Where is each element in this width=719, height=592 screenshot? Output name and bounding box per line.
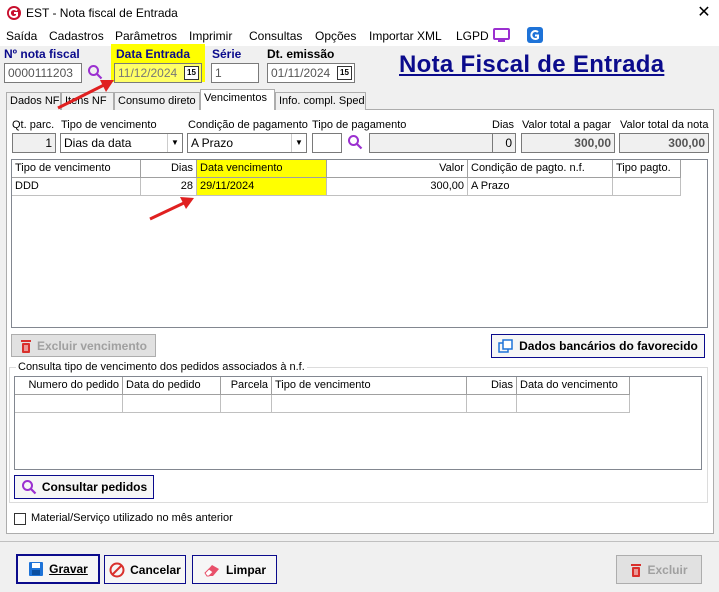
dias-input[interactable]: 0	[492, 133, 516, 153]
material-anterior-checkbox[interactable]	[14, 513, 26, 525]
col-header-dias[interactable]: Dias	[467, 377, 517, 395]
tab-info-compl-sped[interactable]: Info. compl. Sped	[275, 92, 366, 110]
table-cell[interactable]	[221, 395, 272, 413]
excluir-label: Excluir	[647, 562, 688, 577]
calendar-icon[interactable]: 15	[184, 66, 199, 80]
excluir-vencimento-label: Excluir vencimento	[36, 338, 148, 353]
material-anterior-label: Material/Serviço utilizado no mês anteri…	[31, 512, 233, 524]
save-icon	[29, 562, 44, 576]
tab-consumo-direto[interactable]: Consumo direto	[114, 92, 200, 110]
valor-total-nota-label: Valor total da nota	[620, 119, 709, 131]
table-cell[interactable]	[15, 395, 123, 413]
qt-parc-input[interactable]: 1	[12, 133, 56, 153]
search-icon	[21, 480, 37, 495]
gravar-button[interactable]: Gravar	[16, 554, 100, 584]
calendar-icon[interactable]: 15	[337, 66, 352, 80]
gravar-label: Gravar	[49, 562, 88, 576]
nota-fiscal-label: Nº nota fiscal	[4, 47, 80, 61]
bottom-separator	[0, 541, 719, 542]
table-cell[interactable]: 29/11/2024	[197, 178, 327, 196]
cond-pag-value: A Prazo	[191, 136, 234, 150]
eraser-icon	[204, 564, 219, 576]
table-cell[interactable]: DDD	[12, 178, 141, 196]
search-icon[interactable]	[347, 134, 363, 150]
table-cell[interactable]	[272, 395, 467, 413]
dados-bancarios-label: Dados bancários do favorecido	[519, 339, 698, 353]
tipo-pag-input[interactable]	[312, 133, 342, 153]
tipo-venc-value: Dias da data	[64, 136, 132, 150]
limpar-button[interactable]: Limpar	[192, 555, 277, 584]
menu-cadastros[interactable]: Cadastros	[49, 29, 104, 43]
copy-icon	[498, 339, 513, 353]
pedidos-group-legend: Consulta tipo de vencimento dos pedidos …	[16, 361, 307, 373]
excluir-button[interactable]: Excluir	[616, 555, 702, 584]
consultar-pedidos-button[interactable]: Consultar pedidos	[14, 475, 154, 499]
col-header-parcela[interactable]: Parcela	[221, 377, 272, 395]
table-cell[interactable]	[123, 395, 221, 413]
menu-saida[interactable]: Saída	[6, 29, 37, 43]
trash-icon	[20, 339, 31, 353]
menu-imprimir[interactable]: Imprimir	[189, 29, 232, 43]
col-header-tipo-vencimento[interactable]: Tipo de vencimento	[272, 377, 467, 395]
col-header-data-pedido[interactable]: Data do pedido	[123, 377, 221, 395]
col-header-data-vencimento[interactable]: Data vencimento	[197, 160, 327, 178]
app-logo-icon	[7, 6, 21, 20]
tab-itens-nf[interactable]: Itens NF	[61, 92, 114, 110]
cancelar-button[interactable]: Cancelar	[104, 555, 186, 584]
table-cell[interactable]: A Prazo	[468, 178, 613, 196]
cond-pag-select[interactable]: A Prazo	[187, 133, 307, 153]
close-icon[interactable]: ✕	[694, 3, 714, 23]
qt-parc-label: Qt. parc.	[12, 119, 55, 131]
menu-opcoes[interactable]: Opções	[315, 29, 356, 43]
menu-bar	[0, 26, 719, 46]
tab-dados-nf[interactable]: Dados NF	[6, 92, 61, 110]
menu-importar-xml[interactable]: Importar XML	[369, 29, 442, 43]
valor-total-pagar-label: Valor total a pagar	[522, 119, 612, 131]
trash-icon	[631, 563, 642, 577]
dias-label: Dias	[492, 119, 515, 131]
excluir-vencimento-button[interactable]: Excluir vencimento	[11, 334, 156, 357]
table-cell[interactable]: 28	[141, 178, 197, 196]
page-title: Nota Fiscal de Entrada	[399, 51, 665, 78]
col-header-numero-pedido[interactable]: Numero do pedido	[15, 377, 123, 395]
dados-bancarios-button[interactable]: Dados bancários do favorecido	[491, 334, 705, 358]
table-cell[interactable]	[517, 395, 630, 413]
cancelar-label: Cancelar	[130, 562, 181, 577]
data-entrada-label: Data Entrada	[116, 47, 191, 61]
col-header-dias[interactable]: Dias	[141, 160, 197, 178]
menu-parametros[interactable]: Parâmetros	[115, 29, 177, 43]
serie-label: Série	[212, 47, 242, 61]
window-title: EST - Nota fiscal de Entrada	[26, 6, 178, 20]
tipo-venc-label: Tipo de vencimento	[61, 119, 157, 131]
cancel-icon	[109, 562, 125, 577]
menu-lgpd[interactable]: LGPD	[456, 29, 489, 43]
col-header-valor[interactable]: Valor	[327, 160, 468, 178]
col-header-data-vencimento[interactable]: Data do vencimento	[517, 377, 630, 395]
consultar-pedidos-label: Consultar pedidos	[41, 480, 148, 494]
chevron-down-icon[interactable]: ▼	[167, 134, 182, 152]
vencimentos-grid-table: Tipo de vencimento Dias Data vencimento …	[12, 160, 682, 196]
serie-input[interactable]: 1	[211, 63, 259, 83]
chevron-down-icon[interactable]: ▼	[291, 134, 306, 152]
col-header-tipo-vencimento[interactable]: Tipo de vencimento	[12, 160, 141, 178]
valor-total-nota-input: 300,00	[619, 133, 709, 153]
search-icon[interactable]	[87, 64, 103, 80]
tab-vencimentos[interactable]: Vencimentos	[200, 89, 275, 110]
table-cell[interactable]: 300,00	[327, 178, 468, 196]
limpar-label: Limpar	[225, 562, 266, 577]
dt-emissao-label: Dt. emissão	[267, 47, 335, 61]
g-app-icon[interactable]	[527, 27, 543, 43]
table-cell[interactable]	[613, 178, 681, 196]
monitor-icon[interactable]	[493, 28, 510, 43]
tipo-pag-label: Tipo de pagamento	[312, 119, 407, 131]
menu-consultas[interactable]: Consultas	[249, 29, 302, 43]
col-header-tipo-pagto[interactable]: Tipo pagto.	[613, 160, 681, 178]
valor-total-pagar-input: 300,00	[521, 133, 615, 153]
col-header-condicao-pagto[interactable]: Condição de pagto. n.f.	[468, 160, 613, 178]
tipo-venc-select[interactable]: Dias da data	[60, 133, 183, 153]
nota-fiscal-input[interactable]: 0000111203	[4, 63, 82, 83]
table-cell[interactable]	[467, 395, 517, 413]
pedidos-grid-table: Numero do pedido Data do pedido Parcela …	[15, 377, 630, 413]
cond-pag-label: Condição de pagamento	[188, 119, 308, 131]
